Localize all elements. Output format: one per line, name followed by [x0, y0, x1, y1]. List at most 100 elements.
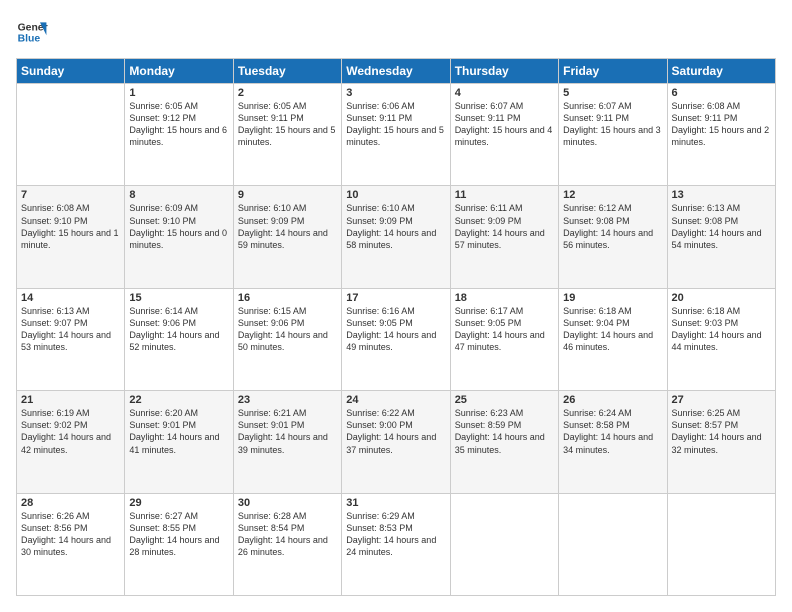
day-cell: 1 Sunrise: 6:05 AM Sunset: 9:12 PM Dayli… [125, 84, 233, 186]
day-number: 23 [238, 394, 337, 406]
day-number: 21 [21, 394, 120, 406]
page: General Blue SundayMondayTuesdayWednesda… [0, 0, 792, 612]
sunset-label: Sunset: 9:01 PM [238, 420, 305, 430]
daylight-label: Daylight: 14 hours and 34 minutes. [563, 432, 653, 454]
daylight-label: Daylight: 15 hours and 4 minutes. [455, 125, 553, 147]
sunset-label: Sunset: 9:05 PM [346, 318, 413, 328]
week-row-3: 14 Sunrise: 6:13 AM Sunset: 9:07 PM Dayl… [17, 288, 776, 390]
weekday-header-saturday: Saturday [667, 59, 775, 84]
sunset-label: Sunset: 8:55 PM [129, 523, 196, 533]
day-info: Sunrise: 6:12 AM Sunset: 9:08 PM Dayligh… [563, 202, 662, 251]
daylight-label: Daylight: 15 hours and 6 minutes. [129, 125, 227, 147]
daylight-label: Daylight: 14 hours and 32 minutes. [672, 432, 762, 454]
daylight-label: Daylight: 14 hours and 47 minutes. [455, 330, 545, 352]
week-row-1: 1 Sunrise: 6:05 AM Sunset: 9:12 PM Dayli… [17, 84, 776, 186]
day-cell: 27 Sunrise: 6:25 AM Sunset: 8:57 PM Dayl… [667, 391, 775, 493]
day-cell [559, 493, 667, 595]
day-cell [667, 493, 775, 595]
day-number: 27 [672, 394, 771, 406]
day-number: 12 [563, 189, 662, 201]
sunrise-label: Sunrise: 6:07 AM [563, 101, 632, 111]
sunrise-label: Sunrise: 6:08 AM [21, 203, 90, 213]
day-info: Sunrise: 6:21 AM Sunset: 9:01 PM Dayligh… [238, 407, 337, 456]
day-cell: 13 Sunrise: 6:13 AM Sunset: 9:08 PM Dayl… [667, 186, 775, 288]
day-cell: 6 Sunrise: 6:08 AM Sunset: 9:11 PM Dayli… [667, 84, 775, 186]
day-info: Sunrise: 6:17 AM Sunset: 9:05 PM Dayligh… [455, 305, 554, 354]
weekday-header-sunday: Sunday [17, 59, 125, 84]
sunrise-label: Sunrise: 6:13 AM [21, 306, 90, 316]
weekday-header-tuesday: Tuesday [233, 59, 341, 84]
sunrise-label: Sunrise: 6:19 AM [21, 408, 90, 418]
sunset-label: Sunset: 9:10 PM [21, 216, 88, 226]
sunrise-label: Sunrise: 6:21 AM [238, 408, 307, 418]
daylight-label: Daylight: 15 hours and 5 minutes. [238, 125, 336, 147]
svg-text:Blue: Blue [18, 34, 41, 45]
day-number: 28 [21, 497, 120, 509]
daylight-label: Daylight: 14 hours and 39 minutes. [238, 432, 328, 454]
sunrise-label: Sunrise: 6:09 AM [129, 203, 198, 213]
day-info: Sunrise: 6:10 AM Sunset: 9:09 PM Dayligh… [346, 202, 445, 251]
sunrise-label: Sunrise: 6:05 AM [129, 101, 198, 111]
day-info: Sunrise: 6:13 AM Sunset: 9:07 PM Dayligh… [21, 305, 120, 354]
day-cell: 21 Sunrise: 6:19 AM Sunset: 9:02 PM Dayl… [17, 391, 125, 493]
sunrise-label: Sunrise: 6:05 AM [238, 101, 307, 111]
sunrise-label: Sunrise: 6:07 AM [455, 101, 524, 111]
daylight-label: Daylight: 15 hours and 5 minutes. [346, 125, 444, 147]
weekday-header-row: SundayMondayTuesdayWednesdayThursdayFrid… [17, 59, 776, 84]
daylight-label: Daylight: 14 hours and 24 minutes. [346, 535, 436, 557]
weekday-header-thursday: Thursday [450, 59, 558, 84]
sunrise-label: Sunrise: 6:14 AM [129, 306, 198, 316]
day-info: Sunrise: 6:07 AM Sunset: 9:11 PM Dayligh… [563, 100, 662, 149]
sunset-label: Sunset: 9:03 PM [672, 318, 739, 328]
sunrise-label: Sunrise: 6:18 AM [672, 306, 741, 316]
day-number: 10 [346, 189, 445, 201]
weekday-header-friday: Friday [559, 59, 667, 84]
day-cell [17, 84, 125, 186]
day-cell: 22 Sunrise: 6:20 AM Sunset: 9:01 PM Dayl… [125, 391, 233, 493]
day-cell: 14 Sunrise: 6:13 AM Sunset: 9:07 PM Dayl… [17, 288, 125, 390]
sunset-label: Sunset: 9:11 PM [563, 113, 629, 123]
day-number: 7 [21, 189, 120, 201]
daylight-label: Daylight: 14 hours and 37 minutes. [346, 432, 436, 454]
daylight-label: Daylight: 14 hours and 59 minutes. [238, 228, 328, 250]
sunset-label: Sunset: 9:11 PM [672, 113, 738, 123]
day-cell [450, 493, 558, 595]
sunrise-label: Sunrise: 6:10 AM [346, 203, 415, 213]
week-row-2: 7 Sunrise: 6:08 AM Sunset: 9:10 PM Dayli… [17, 186, 776, 288]
sunset-label: Sunset: 9:09 PM [346, 216, 413, 226]
day-info: Sunrise: 6:11 AM Sunset: 9:09 PM Dayligh… [455, 202, 554, 251]
daylight-label: Daylight: 14 hours and 46 minutes. [563, 330, 653, 352]
day-info: Sunrise: 6:07 AM Sunset: 9:11 PM Dayligh… [455, 100, 554, 149]
day-info: Sunrise: 6:22 AM Sunset: 9:00 PM Dayligh… [346, 407, 445, 456]
day-number: 15 [129, 292, 228, 304]
day-number: 3 [346, 87, 445, 99]
day-info: Sunrise: 6:06 AM Sunset: 9:11 PM Dayligh… [346, 100, 445, 149]
daylight-label: Daylight: 14 hours and 28 minutes. [129, 535, 219, 557]
day-number: 2 [238, 87, 337, 99]
day-info: Sunrise: 6:09 AM Sunset: 9:10 PM Dayligh… [129, 202, 228, 251]
sunset-label: Sunset: 9:08 PM [563, 216, 630, 226]
day-number: 19 [563, 292, 662, 304]
day-info: Sunrise: 6:29 AM Sunset: 8:53 PM Dayligh… [346, 510, 445, 559]
day-info: Sunrise: 6:13 AM Sunset: 9:08 PM Dayligh… [672, 202, 771, 251]
day-info: Sunrise: 6:05 AM Sunset: 9:11 PM Dayligh… [238, 100, 337, 149]
daylight-label: Daylight: 14 hours and 57 minutes. [455, 228, 545, 250]
daylight-label: Daylight: 14 hours and 44 minutes. [672, 330, 762, 352]
day-cell: 24 Sunrise: 6:22 AM Sunset: 9:00 PM Dayl… [342, 391, 450, 493]
day-cell: 10 Sunrise: 6:10 AM Sunset: 9:09 PM Dayl… [342, 186, 450, 288]
sunset-label: Sunset: 9:07 PM [21, 318, 88, 328]
day-cell: 3 Sunrise: 6:06 AM Sunset: 9:11 PM Dayli… [342, 84, 450, 186]
sunset-label: Sunset: 9:11 PM [346, 113, 412, 123]
sunrise-label: Sunrise: 6:15 AM [238, 306, 307, 316]
sunset-label: Sunset: 8:56 PM [21, 523, 88, 533]
sunrise-label: Sunrise: 6:17 AM [455, 306, 524, 316]
header: General Blue [16, 16, 776, 48]
day-info: Sunrise: 6:20 AM Sunset: 9:01 PM Dayligh… [129, 407, 228, 456]
sunrise-label: Sunrise: 6:24 AM [563, 408, 632, 418]
day-number: 22 [129, 394, 228, 406]
day-number: 5 [563, 87, 662, 99]
day-number: 18 [455, 292, 554, 304]
day-number: 20 [672, 292, 771, 304]
sunrise-label: Sunrise: 6:25 AM [672, 408, 741, 418]
day-info: Sunrise: 6:19 AM Sunset: 9:02 PM Dayligh… [21, 407, 120, 456]
